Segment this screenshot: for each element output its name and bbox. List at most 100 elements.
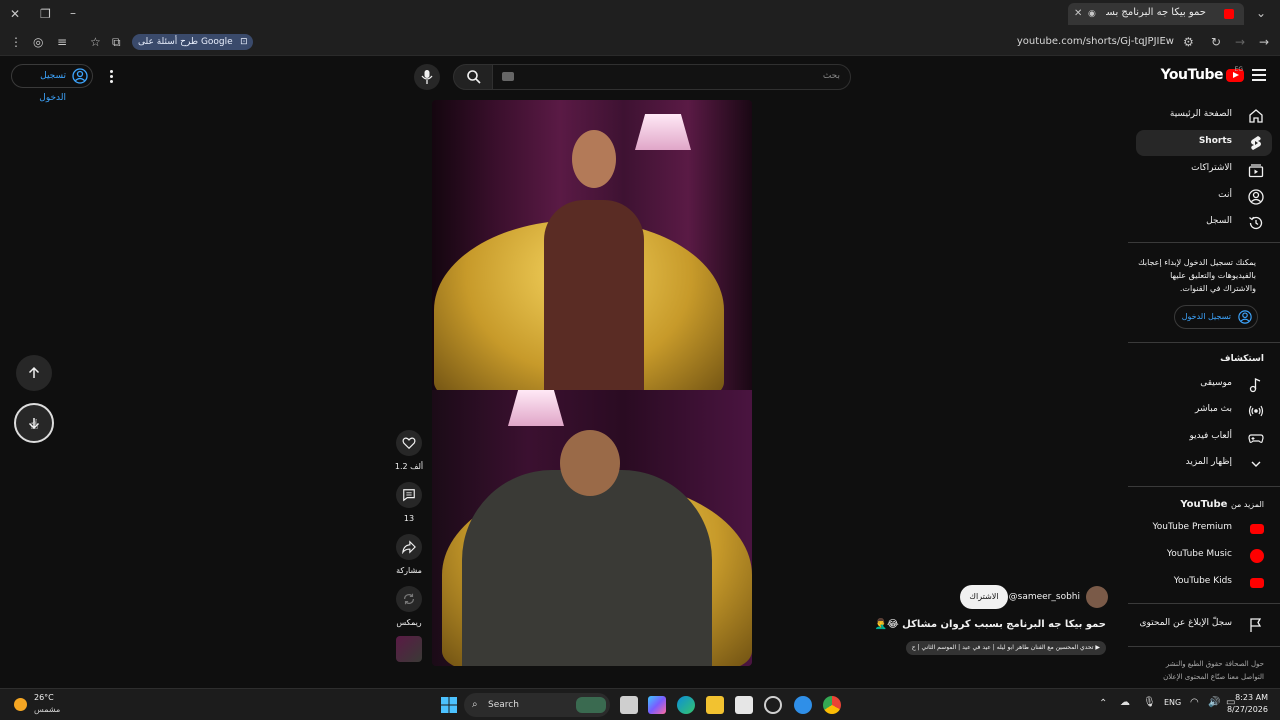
sidebar-footer[interactable]: حول الصحافة حقوق الطبع والنشر التواصل مع… <box>1144 658 1264 684</box>
menu-dots-icon[interactable]: ⋮ <box>10 35 22 49</box>
forward-icon[interactable]: → <box>1235 35 1245 49</box>
remix-button[interactable] <box>396 586 422 612</box>
channel-avatar[interactable] <box>1086 586 1108 608</box>
language-indicator[interactable]: ENG <box>1164 698 1181 707</box>
more-from-prefix: المزيد من <box>1230 500 1264 509</box>
chevron-down-icon <box>1251 461 1261 467</box>
reading-list-icon[interactable]: ≡ <box>57 35 67 49</box>
signin-label: تسجيل الدخول <box>1181 312 1231 321</box>
settings-gear-icon[interactable] <box>764 696 782 714</box>
share-button[interactable] <box>396 534 422 560</box>
install-app-icon[interactable]: ⧉ <box>112 35 121 49</box>
person-shape <box>544 200 644 390</box>
hamburger-menu-icon[interactable] <box>1252 69 1266 83</box>
back-icon[interactable]: → <box>1259 35 1269 49</box>
sidebar-item-report[interactable]: سجلّ الإبلاغ عن المحتوى <box>1136 612 1280 638</box>
sidebar-item-live[interactable]: بث مباشر <box>1136 398 1280 424</box>
live-icon <box>1248 405 1264 417</box>
bookmark-star-icon[interactable]: ☆ <box>90 35 101 49</box>
sidebar-item-label: موسيقى <box>1200 378 1232 388</box>
youtube-premium-icon <box>1250 524 1264 534</box>
tab-search-icon[interactable]: ⌄ <box>1256 6 1266 20</box>
sound-link[interactable]: ▶ تحدي المحسين مع الفنان طاهر ابو ليله |… <box>905 641 1106 655</box>
copilot-icon[interactable] <box>648 696 666 714</box>
reload-icon[interactable]: ↻ <box>1211 35 1221 49</box>
heart-icon <box>402 437 416 450</box>
subscribe-button[interactable]: الاشتراك <box>960 585 1008 609</box>
like-button[interactable] <box>396 430 422 456</box>
sidebar-item-history[interactable]: السجل <box>1136 210 1280 236</box>
sidebar-item-gaming[interactable]: ألعاب فيديو <box>1136 425 1280 451</box>
search-input[interactable]: بحث <box>491 64 851 90</box>
person-head-shape <box>572 130 616 188</box>
taskbar-search[interactable]: ⌕ Search <box>464 693 610 717</box>
sidebar-item-label: YouTube Music <box>1166 549 1232 559</box>
close-window-icon[interactable]: ✕ <box>10 7 20 21</box>
previous-short-button[interactable] <box>16 355 52 391</box>
windows-taskbar: 26°C مشمس ⌕ Search ⌃ ☁ 🎙 ENG ◠ 🔊 ▭ 8:23 … <box>0 688 1280 720</box>
music-icon <box>1249 377 1261 393</box>
signin-button-sidebar[interactable]: تسجيل الدخول <box>1174 305 1258 329</box>
tab-audio-icon[interactable]: ◉ <box>1088 7 1096 21</box>
person-shape <box>462 470 712 666</box>
sidebar-item-subscriptions[interactable]: الاشتراكات <box>1136 157 1280 183</box>
short-video-player[interactable] <box>432 100 752 666</box>
like-count: 1.2 ألف <box>394 462 424 471</box>
keyboard-icon[interactable] <box>502 72 514 81</box>
minimize-icon[interactable]: – <box>70 6 76 20</box>
file-explorer-icon[interactable] <box>706 696 724 714</box>
channel-name[interactable]: @sameer_sobhi <box>1009 592 1080 602</box>
sidebar-show-more[interactable]: إظهار المزيد <box>1136 451 1280 477</box>
profile-icon[interactable]: ◎ <box>33 35 43 49</box>
sidebar-item-label: سجلّ الإبلاغ عن المحتوى <box>1139 618 1232 628</box>
audio-thumbnail[interactable] <box>396 636 422 662</box>
tray-chevron-up-icon[interactable]: ⌃ <box>1099 698 1107 709</box>
close-tab-icon[interactable]: ✕ <box>1074 7 1082 21</box>
lens-icon: ⊡ <box>240 37 248 47</box>
wifi-icon[interactable]: ◠ <box>1190 697 1199 708</box>
play-icon: ▶ <box>1095 644 1100 651</box>
google-lens-label: طرح أسئلة على Google <box>138 37 233 47</box>
edge-icon[interactable] <box>677 696 695 714</box>
lamp-shape <box>635 114 691 150</box>
sidebar-item-music[interactable]: موسيقى <box>1136 372 1280 398</box>
maximize-icon[interactable]: ❐ <box>40 7 51 21</box>
mic-tray-icon[interactable]: 🎙 <box>1143 697 1156 708</box>
search-placeholder: بحث <box>822 71 840 81</box>
task-view-icon[interactable] <box>620 696 638 714</box>
microphone-icon <box>421 70 433 84</box>
chrome-icon[interactable] <box>823 696 841 714</box>
voice-search-button[interactable] <box>414 64 440 90</box>
sidebar-item-you[interactable]: أنت <box>1136 184 1280 210</box>
store-icon[interactable] <box>735 696 753 714</box>
next-short-button[interactable]: ☝ <box>14 403 54 443</box>
settings-kebab-icon[interactable] <box>110 70 113 85</box>
sidebar-item-music-app[interactable]: YouTube Music <box>1136 543 1280 569</box>
search-highlight-icon <box>576 697 606 713</box>
windows-start-icon[interactable] <box>440 696 458 714</box>
weather-sun-icon[interactable] <box>14 698 27 711</box>
weather-temp[interactable]: 26°C <box>34 693 54 702</box>
sidebar-item-premium[interactable]: YouTube Premium <box>1136 516 1280 542</box>
more-from-brand: YouTube <box>1180 499 1228 510</box>
signin-button-top[interactable]: تسجيل الدخول <box>11 64 93 103</box>
site-settings-icon[interactable]: ⚙ <box>1183 35 1194 49</box>
google-lens-pill[interactable]: طرح أسئلة على Google ⊡ <box>132 34 253 50</box>
clock-time[interactable]: 8:23 AM <box>1235 693 1268 702</box>
sidebar-divider <box>1128 486 1280 487</box>
home-icon <box>1249 109 1263 123</box>
cloud-icon[interactable]: ☁ <box>1120 697 1130 708</box>
search-button[interactable] <box>453 64 493 90</box>
youtube-logo[interactable]: YouTube <box>1161 67 1244 83</box>
clock-date[interactable]: 8/27/2026 <box>1227 705 1268 714</box>
sidebar-item-kids[interactable]: YouTube Kids <box>1136 570 1280 596</box>
url-text[interactable]: youtube.com/shorts/Gj-tqJPJIEw <box>1017 36 1174 47</box>
browser-app-icon[interactable] <box>794 696 812 714</box>
comments-button[interactable] <box>396 482 422 508</box>
youtube-kids-icon <box>1250 578 1264 588</box>
windows-logo-icon <box>441 697 457 713</box>
volume-icon[interactable]: 🔊 <box>1208 697 1220 708</box>
sidebar-item-home[interactable]: الصفحة الرئيسية <box>1136 103 1280 129</box>
browser-tab[interactable]: ✕ ◉ حمو بيكا جه البرنامج بسبب ك <box>1068 3 1244 25</box>
sidebar-item-shorts[interactable]: Shorts <box>1136 130 1272 156</box>
